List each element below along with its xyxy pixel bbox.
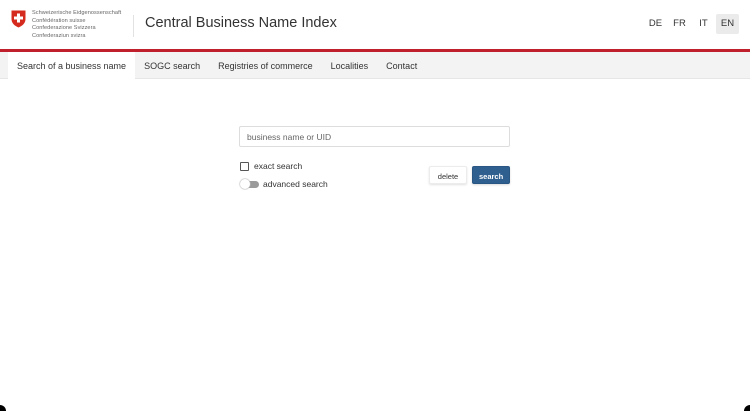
logo-line-rm: Confederaziun svizra — [32, 32, 86, 39]
swiss-cross-shield-icon — [11, 10, 26, 28]
exact-search-label: exact search — [254, 161, 303, 171]
language-fr-button[interactable]: FR — [668, 14, 691, 34]
window-corner — [744, 405, 750, 411]
nav-item-localities[interactable]: Localities — [322, 52, 378, 79]
nav-item-sogc-search[interactable]: SOGC search — [135, 52, 209, 79]
main-nav: Search of a business name SOGC search Re… — [0, 52, 750, 79]
nav-item-business-name-search[interactable]: Search of a business name — [8, 52, 136, 79]
language-switcher: DE FR IT EN — [643, 14, 739, 34]
advanced-search-label: advanced search — [263, 179, 328, 189]
advanced-search-option: advanced search — [240, 178, 328, 189]
business-name-search-input[interactable] — [239, 126, 510, 147]
logo-line-it: Confederazione Svizzera — [32, 25, 96, 32]
nav-item-registries-of-commerce[interactable]: Registries of commerce — [209, 52, 322, 79]
advanced-search-toggle[interactable] — [240, 178, 259, 189]
exact-search-checkbox[interactable] — [240, 161, 249, 171]
window-corner — [0, 405, 6, 411]
nav-item-contact[interactable]: Contact — [377, 52, 426, 79]
toggle-knob — [240, 178, 250, 189]
language-de-button[interactable]: DE — [644, 14, 667, 34]
delete-button[interactable]: delete — [429, 166, 467, 184]
confederation-logo-text: Schweizerische Eidgenossenschaft Confédé… — [32, 10, 121, 40]
language-en-button[interactable]: EN — [716, 14, 739, 34]
header: Schweizerische Eidgenossenschaft Confédé… — [0, 0, 750, 49]
logo-line-fr: Confédération suisse — [32, 17, 86, 24]
page-title: Central Business Name Index — [145, 15, 337, 31]
search-button[interactable]: search — [472, 166, 510, 184]
logo-line-de: Schweizerische Eidgenossenschaft — [32, 10, 122, 16]
language-it-button[interactable]: IT — [692, 14, 715, 34]
header-divider — [133, 15, 134, 37]
exact-search-option: exact search — [240, 161, 302, 171]
